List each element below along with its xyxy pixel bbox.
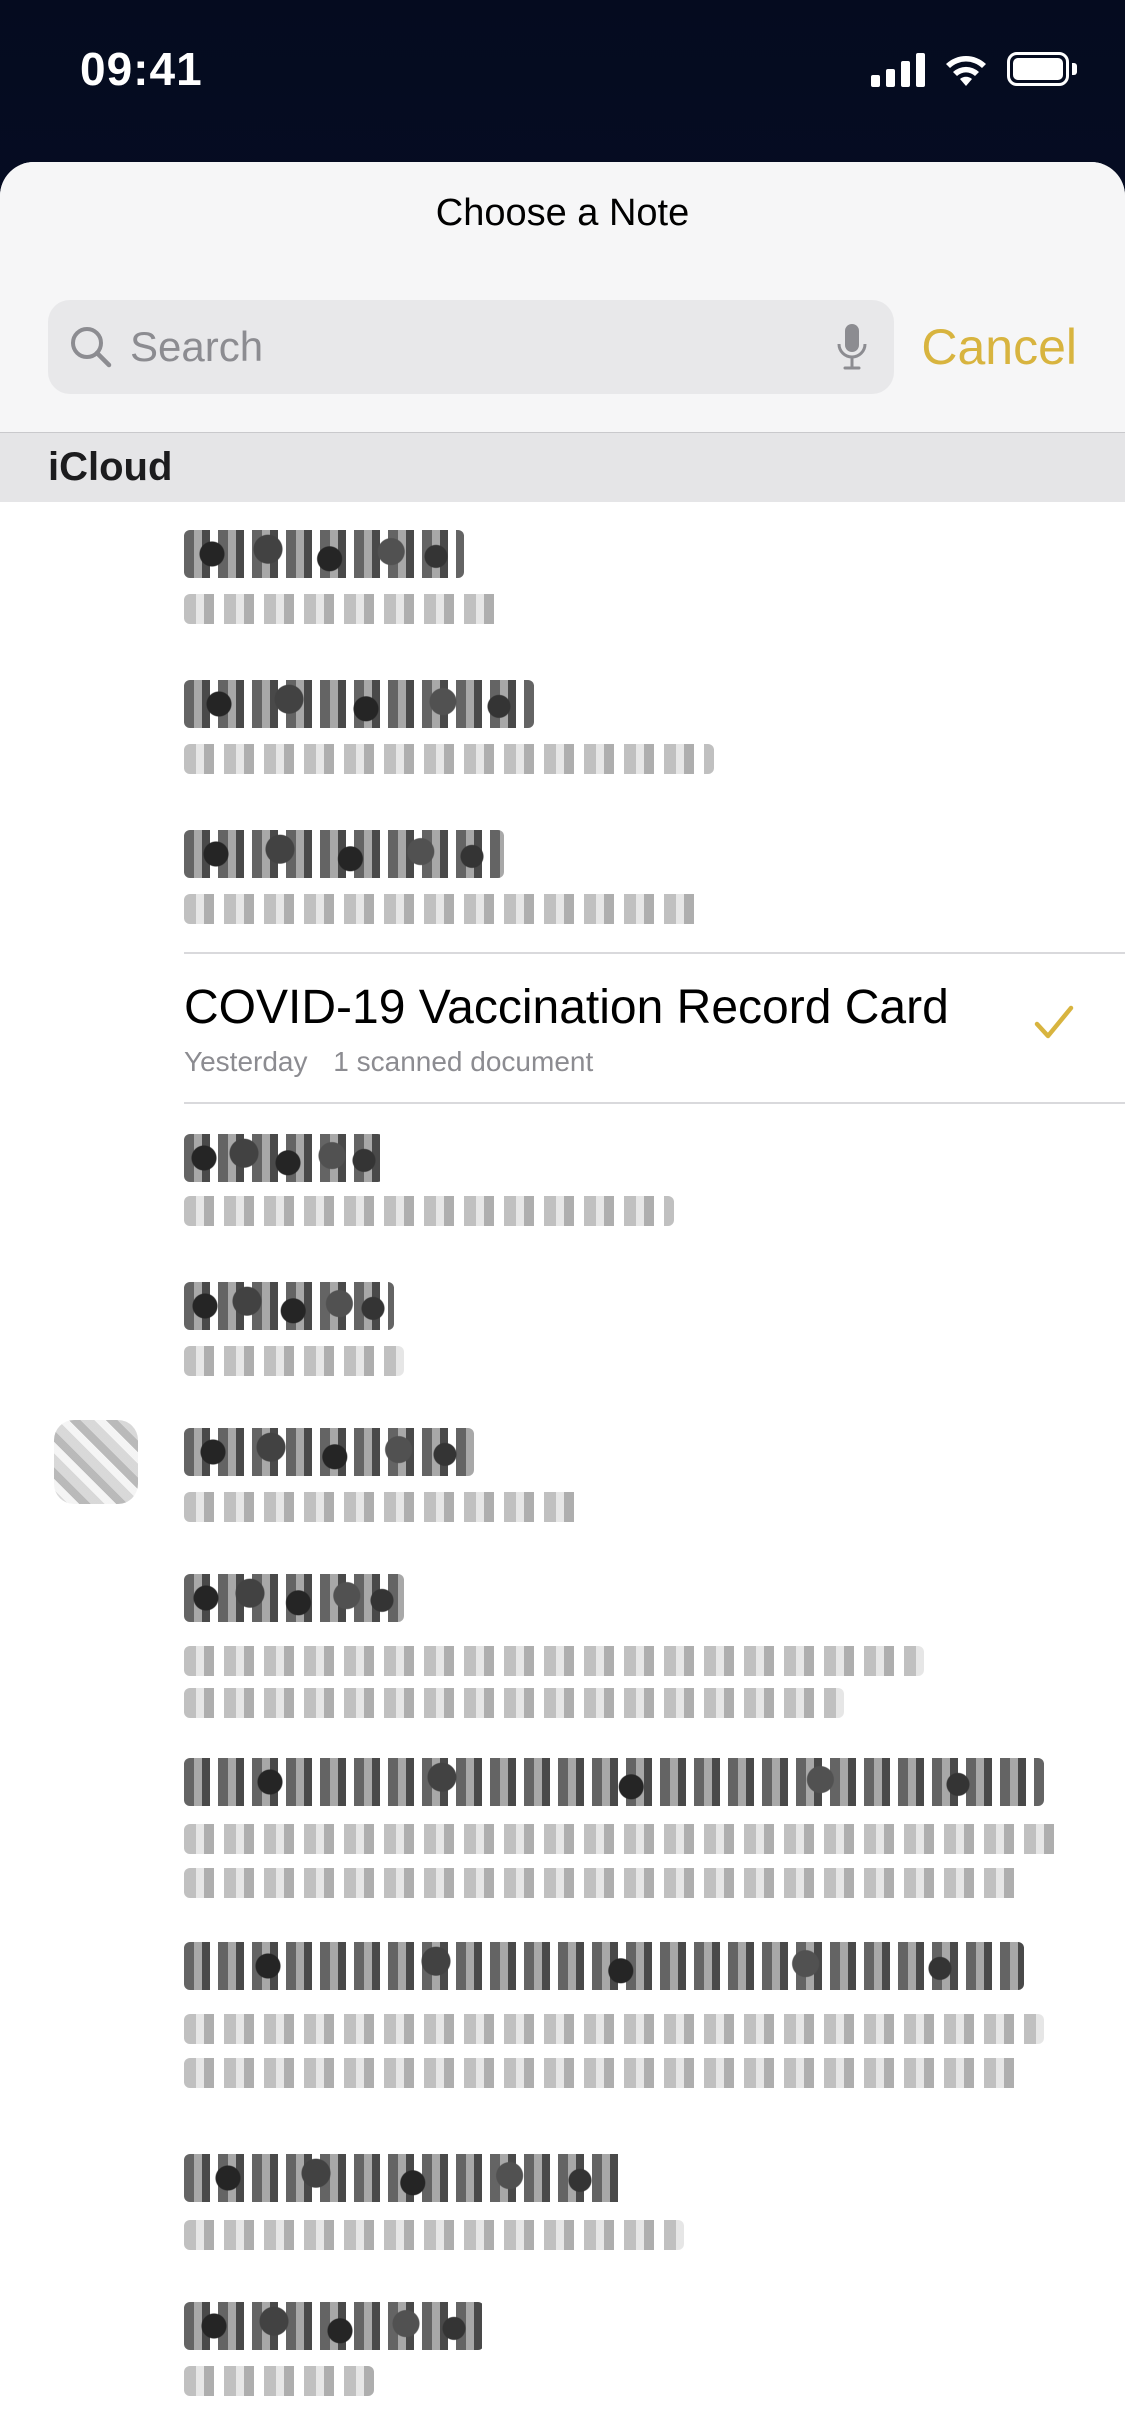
list-item[interactable] [0, 1554, 1125, 1744]
list-item[interactable] [0, 1934, 1125, 2124]
sheet-title: Choose a Note [435, 192, 690, 234]
search-field[interactable] [48, 300, 894, 394]
redacted-subtitle [184, 594, 504, 624]
list-item[interactable] [0, 502, 1125, 652]
list-item[interactable] [0, 2274, 1125, 2424]
search-input[interactable] [128, 311, 772, 383]
status-icons [871, 48, 1077, 92]
list-item[interactable] [0, 802, 1125, 952]
list-item[interactable] [0, 1104, 1125, 1254]
selected-note-row[interactable]: COVID-19 Vaccination Record Card Yesterd… [184, 952, 1125, 1104]
redacted-subtitle [184, 1824, 1064, 1854]
redacted-subtitle [184, 2014, 1044, 2044]
redacted-subtitle [184, 1688, 844, 1718]
battery-icon [1007, 52, 1077, 88]
redacted-subtitle [184, 2366, 374, 2396]
note-title: COVID-19 Vaccination Record Card [184, 981, 949, 1034]
choose-note-sheet: Choose a Note Cancel iCloud [0, 162, 1125, 2436]
note-detail: 1 scanned document [333, 1046, 594, 1077]
microphone-icon[interactable] [834, 322, 870, 372]
note-meta: Yesterday 1 scanned document [184, 1046, 593, 1078]
cancel-button[interactable]: Cancel [921, 318, 1077, 376]
list-item[interactable] [0, 1254, 1125, 1404]
list-item[interactable] [0, 1404, 1125, 1554]
search-icon [71, 327, 112, 368]
list-item[interactable] [0, 2124, 1125, 2274]
status-time: 09:41 [80, 43, 203, 95]
redacted-subtitle [184, 894, 704, 924]
redacted-title [184, 1758, 1044, 1806]
redacted-title [184, 1428, 474, 1476]
redacted-title [184, 1574, 404, 1622]
redacted-subtitle [184, 1346, 404, 1376]
list-item[interactable] [0, 652, 1125, 802]
notes-list: COVID-19 Vaccination Record Card Yesterd… [0, 502, 1125, 2424]
redacted-subtitle [184, 2220, 684, 2250]
redacted-title [184, 1282, 394, 1330]
sheet-header: Choose a Note Cancel [0, 162, 1125, 432]
wifi-icon [946, 56, 986, 86]
note-date: Yesterday [184, 1046, 308, 1077]
redacted-subtitle [184, 1196, 674, 1226]
list-item[interactable] [0, 1744, 1125, 1934]
status-bar: 09:41 [0, 0, 1125, 150]
checkmark-icon [1034, 1005, 1074, 1039]
redacted-subtitle [184, 1646, 924, 1676]
redacted-subtitle [184, 1492, 584, 1522]
redacted-subtitle [184, 1868, 1024, 1898]
redacted-title [184, 680, 534, 728]
redacted-title [184, 1134, 384, 1182]
search-row: Cancel [48, 300, 1077, 394]
redacted-title [184, 530, 464, 578]
redacted-subtitle [184, 2058, 1024, 2088]
redacted-thumbnail [54, 1420, 138, 1504]
redacted-subtitle [184, 744, 714, 774]
redacted-title [184, 2302, 484, 2350]
redacted-title [184, 2154, 624, 2202]
cellular-signal-icon [871, 53, 925, 87]
redacted-title [184, 830, 504, 878]
section-label: iCloud [48, 445, 173, 489]
redacted-title [184, 1942, 1024, 1990]
section-header-icloud: iCloud [0, 432, 1125, 502]
